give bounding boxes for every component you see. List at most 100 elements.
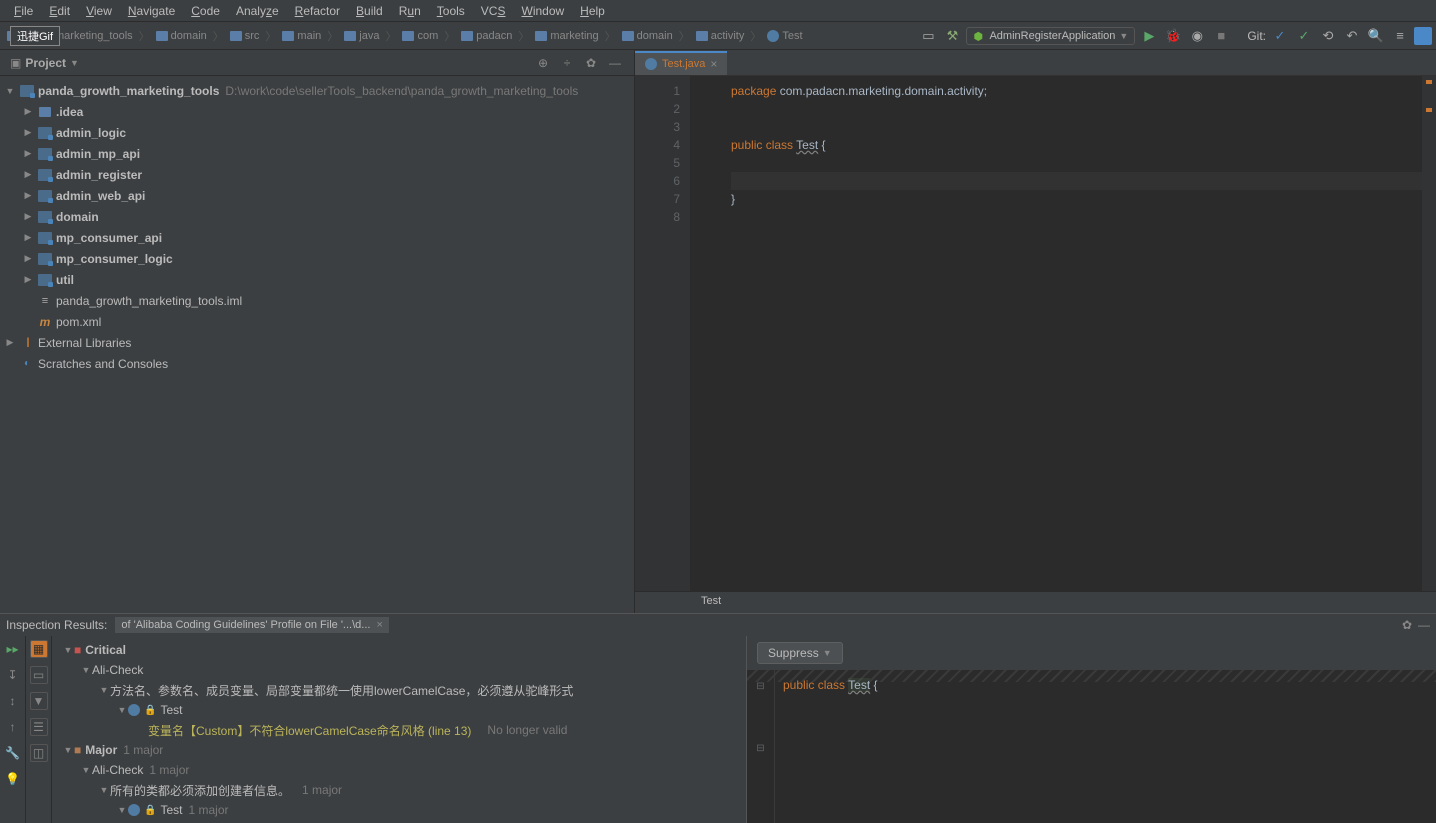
- severity-major[interactable]: ▼ Major 1 major: [52, 740, 746, 760]
- tree-item[interactable]: ▶mp_consumer_api: [0, 227, 634, 248]
- settings-icon[interactable]: ≡: [1390, 26, 1410, 46]
- menu-view[interactable]: View: [78, 2, 120, 20]
- module-icon[interactable]: ▭: [30, 666, 48, 684]
- preview-code[interactable]: ⊟ public class Test { ⊟: [747, 670, 1436, 823]
- tree-item[interactable]: ▶admin_logic: [0, 122, 634, 143]
- run-icon[interactable]: ▶: [1139, 26, 1159, 46]
- menu-refactor[interactable]: Refactor: [287, 2, 348, 20]
- tree-arrow-icon[interactable]: ▶: [22, 148, 34, 159]
- select-opened-icon[interactable]: ⊕: [534, 54, 552, 72]
- menu-file[interactable]: File: [6, 2, 41, 20]
- menu-help[interactable]: Help: [572, 2, 613, 20]
- run-configuration[interactable]: ⬢ AdminRegisterApplication ▼: [966, 27, 1135, 45]
- breadcrumb-item[interactable]: domain: [153, 30, 210, 42]
- stop-icon[interactable]: ■: [1211, 26, 1231, 46]
- git-update-icon[interactable]: ✓: [1270, 26, 1290, 46]
- severity-critical[interactable]: ▼ Critical: [52, 640, 746, 660]
- breadcrumb-item[interactable]: domain: [619, 30, 676, 42]
- expand-all-icon[interactable]: ÷: [558, 54, 576, 72]
- search-icon[interactable]: 🔍: [1366, 26, 1386, 46]
- menu-build[interactable]: Build: [348, 2, 391, 20]
- coverage-icon[interactable]: ◉: [1187, 26, 1207, 46]
- breadcrumb-item[interactable]: main: [279, 30, 324, 42]
- tree-item[interactable]: ▶.idea: [0, 101, 634, 122]
- menu-tools[interactable]: Tools: [429, 2, 473, 20]
- tree-item[interactable]: ▶admin_mp_api: [0, 143, 634, 164]
- group-alicheck[interactable]: ▼ Ali-Check: [52, 660, 746, 680]
- collapse-icon[interactable]: ↕: [4, 692, 22, 710]
- expand-icon[interactable]: ↑: [4, 718, 22, 736]
- hide-icon[interactable]: —: [1418, 618, 1430, 632]
- tree-item[interactable]: ▶admin_register: [0, 164, 634, 185]
- problem-row[interactable]: 变量名【Custom】不符合lowerCamelCase命名风格 (line 1…: [52, 720, 746, 740]
- inspection-tab[interactable]: of 'Alibaba Coding Guidelines' Profile o…: [115, 617, 388, 633]
- close-icon[interactable]: ×: [376, 619, 382, 631]
- tree-arrow-icon[interactable]: ▶: [22, 253, 34, 264]
- filter-icon[interactable]: ▼: [30, 692, 48, 710]
- device-icon[interactable]: ▭: [918, 26, 938, 46]
- editor-breadcrumb[interactable]: Test: [635, 591, 1436, 613]
- file-node[interactable]: ▼ 🔒 Test: [52, 700, 746, 720]
- tree-item[interactable]: ▶admin_web_api: [0, 185, 634, 206]
- tree-arrow-icon[interactable]: ▶: [22, 106, 34, 117]
- menu-edit[interactable]: Edit: [41, 2, 78, 20]
- bulb-icon[interactable]: 💡: [4, 770, 22, 788]
- rerun-icon[interactable]: ▸▸: [4, 640, 22, 658]
- export-icon[interactable]: ↧: [4, 666, 22, 684]
- project-selector-icon[interactable]: ▣: [10, 56, 21, 70]
- tree-arrow-icon[interactable]: ▶: [4, 337, 16, 348]
- menu-window[interactable]: Window: [513, 2, 572, 20]
- file-node-2[interactable]: ▼ 🔒 Test 1 major: [52, 800, 746, 820]
- group-alicheck-2[interactable]: ▼ Ali-Check 1 major: [52, 760, 746, 780]
- hammer-icon[interactable]: ⚒: [942, 26, 962, 46]
- breadcrumb-item[interactable]: marketing: [532, 30, 601, 42]
- avatar-icon[interactable]: [1414, 27, 1432, 45]
- tree-arrow-icon[interactable]: ▶: [22, 127, 34, 138]
- debug-icon[interactable]: 🐞: [1163, 26, 1183, 46]
- breadcrumb-item[interactable]: java: [341, 30, 382, 42]
- menu-analyze[interactable]: Analyze: [228, 2, 287, 20]
- tree-external-libs[interactable]: ▶ External Libraries: [0, 332, 634, 353]
- breadcrumb-item[interactable]: src: [227, 30, 263, 42]
- breadcrumb-item[interactable]: activity: [693, 30, 748, 42]
- tree-item[interactable]: ≡panda_growth_marketing_tools.iml: [0, 290, 634, 311]
- wrench-icon[interactable]: 🔧: [4, 744, 22, 762]
- tree-scratches[interactable]: Scratches and Consoles: [0, 353, 634, 374]
- tree-arrow-icon[interactable]: ▶: [22, 169, 34, 180]
- suppress-button[interactable]: Suppress ▼: [757, 642, 843, 664]
- breadcrumb-item[interactable]: padacn: [458, 30, 515, 42]
- tree-item[interactable]: ▶domain: [0, 206, 634, 227]
- breadcrumb-item[interactable]: Test: [764, 30, 805, 42]
- tree-arrow-icon[interactable]: ▶: [22, 190, 34, 201]
- tree-arrow-icon[interactable]: ▶: [22, 232, 34, 243]
- menu-run[interactable]: Run: [391, 2, 429, 20]
- sort-icon[interactable]: ☰: [30, 718, 48, 736]
- project-title[interactable]: Project: [25, 56, 66, 70]
- editor-tab[interactable]: Test.java ×: [635, 51, 727, 75]
- tree-arrow-icon[interactable]: ▶: [22, 274, 34, 285]
- rule-row-2[interactable]: ▼ 所有的类都必须添加创建者信息。 1 major: [52, 780, 746, 800]
- hide-icon[interactable]: —: [606, 54, 624, 72]
- git-revert-icon[interactable]: ↶: [1342, 26, 1362, 46]
- tree-arrow-icon[interactable]: ▼: [4, 86, 16, 96]
- settings-icon[interactable]: ✿: [1402, 618, 1412, 632]
- git-history-icon[interactable]: ⟲: [1318, 26, 1338, 46]
- settings-icon[interactable]: ✿: [582, 54, 600, 72]
- diff-icon[interactable]: ◫: [30, 744, 48, 762]
- rule-row[interactable]: ▼ 方法名、参数名、成员变量、局部变量都统一使用lowerCamelCase，必…: [52, 680, 746, 700]
- git-commit-icon[interactable]: ✓: [1294, 26, 1314, 46]
- fold-icon[interactable]: ⊟: [747, 740, 774, 758]
- tree-root[interactable]: ▼ panda_growth_marketing_tools D:\work\c…: [0, 80, 634, 101]
- menu-navigate[interactable]: Navigate: [120, 2, 183, 20]
- menu-vcs[interactable]: VCS: [473, 2, 514, 20]
- tree-arrow-icon[interactable]: ▶: [22, 211, 34, 222]
- breadcrumb-item[interactable]: com: [399, 30, 441, 42]
- group-icon[interactable]: ▦: [30, 640, 48, 658]
- close-icon[interactable]: ×: [710, 57, 717, 71]
- fold-icon[interactable]: ⊟: [747, 678, 774, 696]
- code-content[interactable]: package com.padacn.marketing.domain.acti…: [691, 76, 1422, 591]
- tree-item[interactable]: ▶util: [0, 269, 634, 290]
- tree-item[interactable]: mpom.xml: [0, 311, 634, 332]
- chevron-down-icon[interactable]: ▼: [70, 58, 79, 68]
- tree-item[interactable]: ▶mp_consumer_logic: [0, 248, 634, 269]
